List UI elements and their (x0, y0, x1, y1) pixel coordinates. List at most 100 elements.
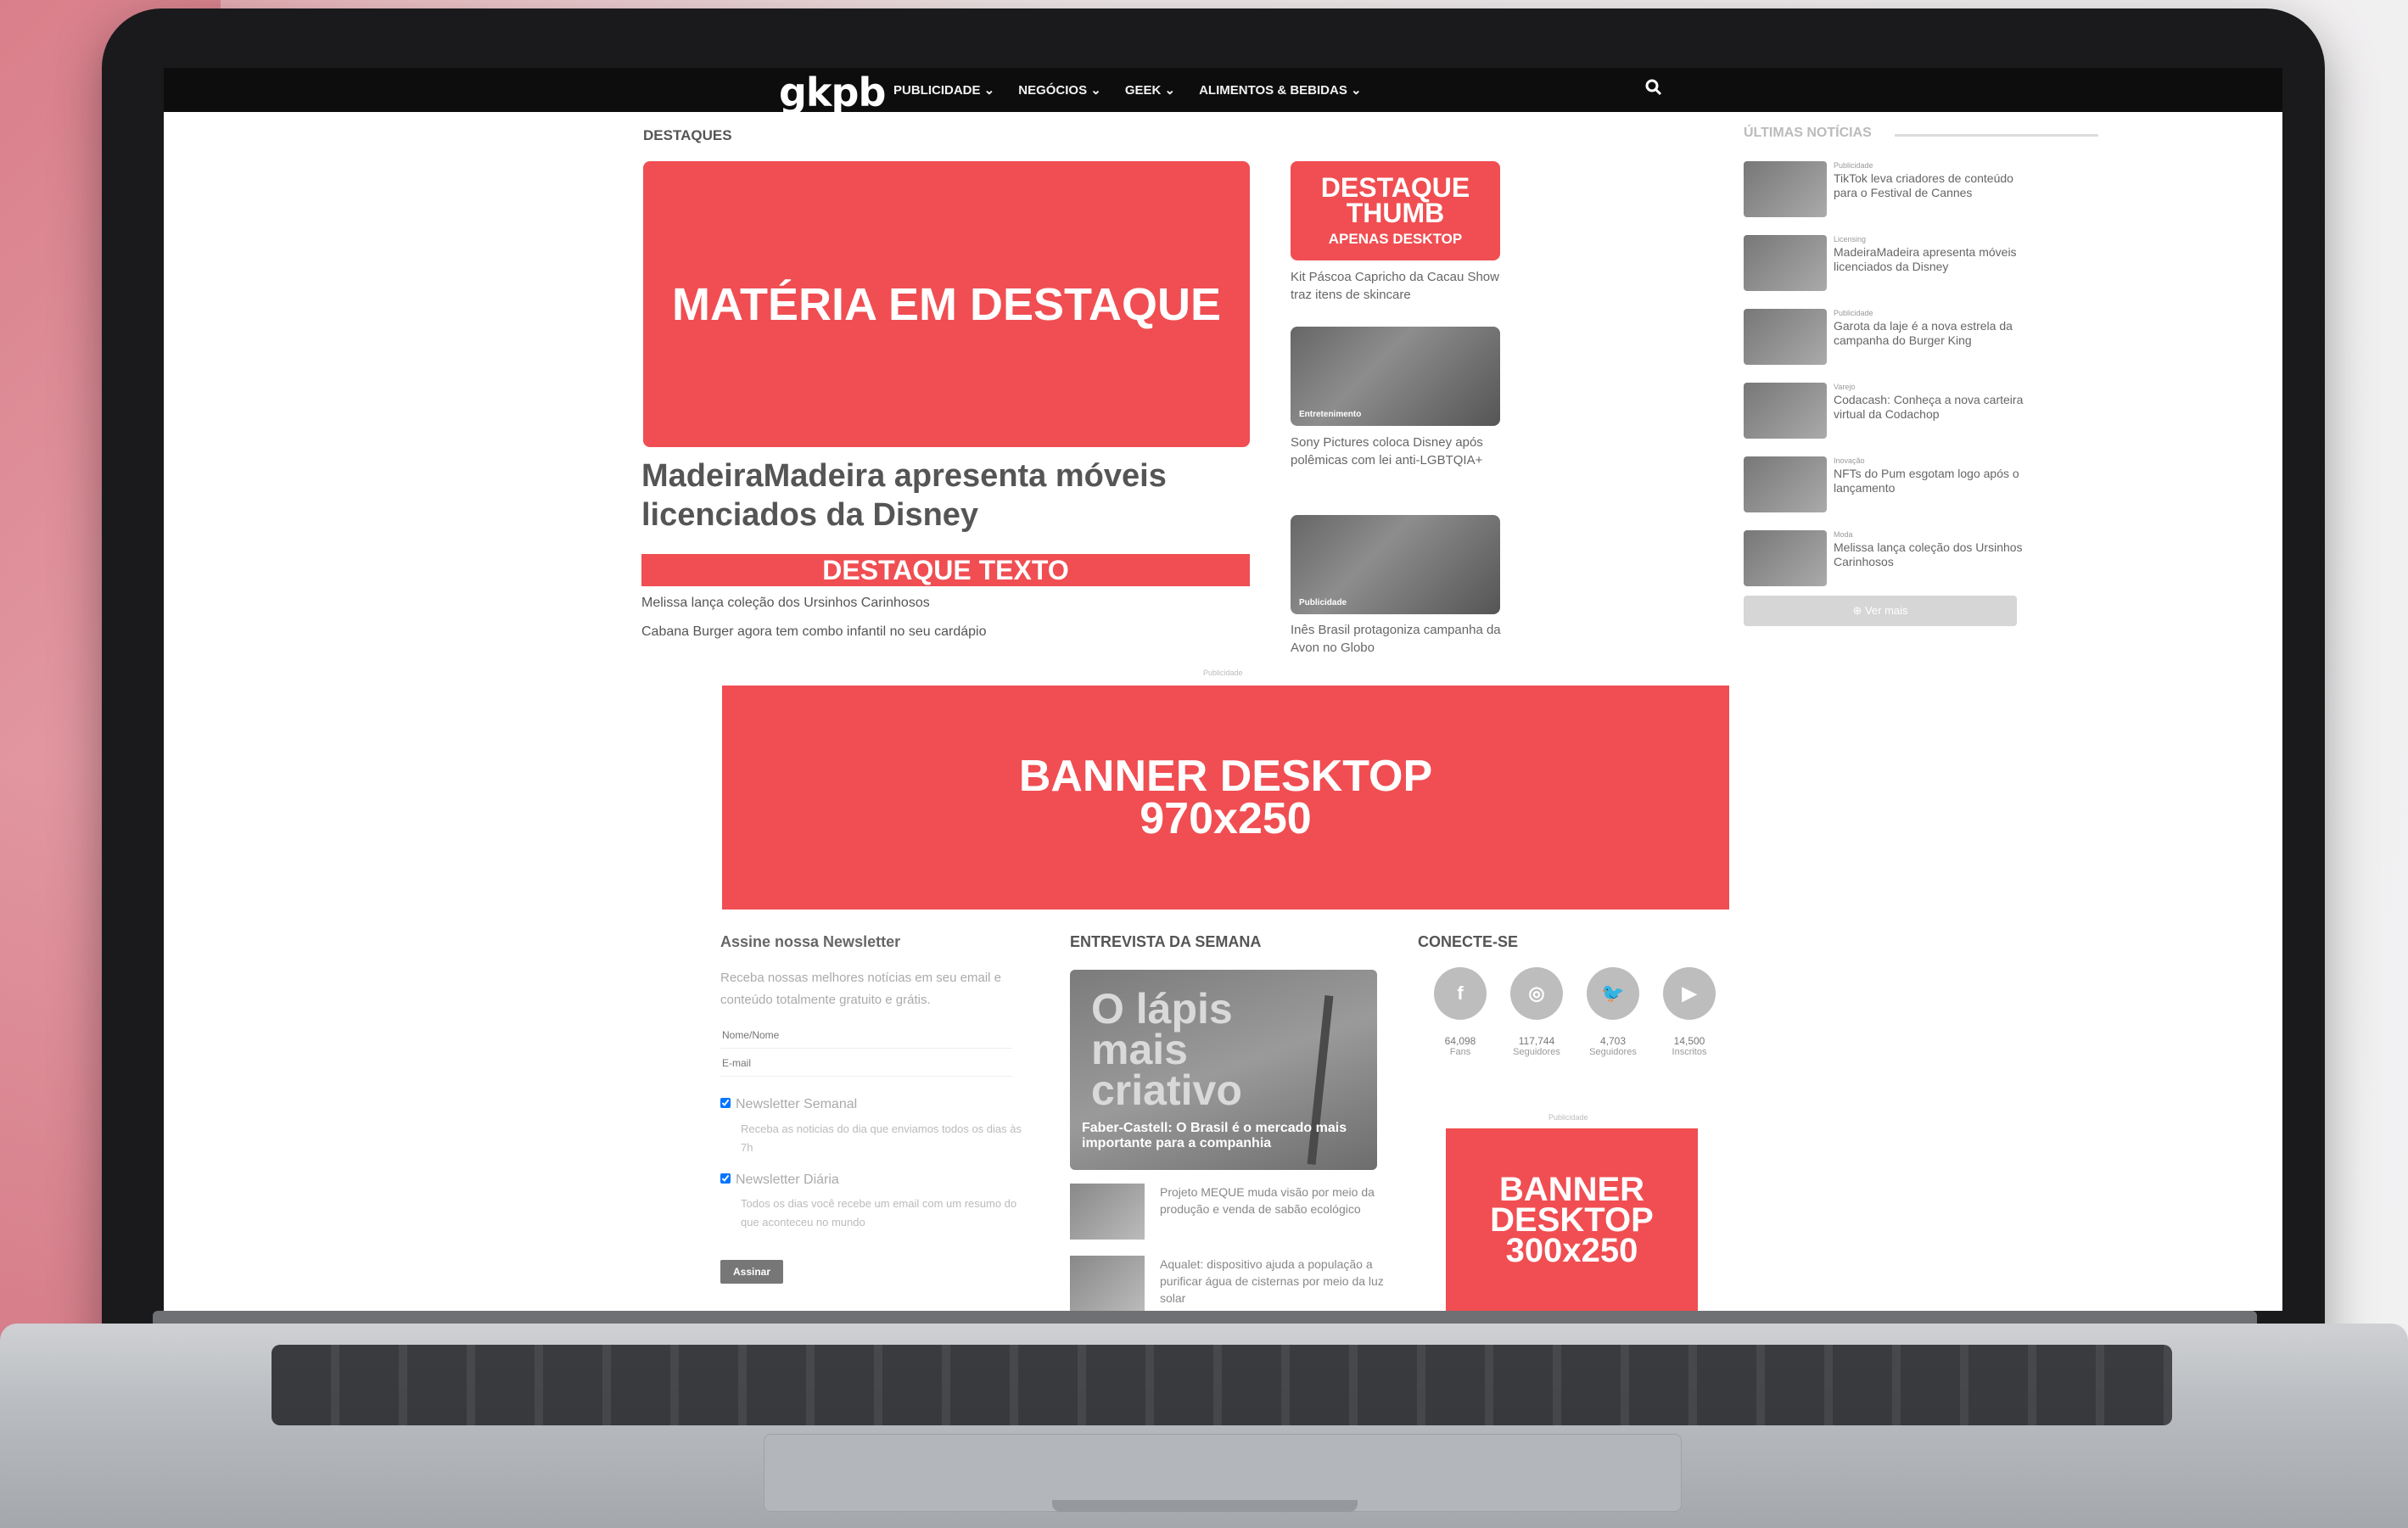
thumb-photo[interactable]: Entretenimento (1291, 327, 1500, 426)
category-label: Varejo (1834, 383, 1856, 391)
option-label: Newsletter Diária (736, 1173, 839, 1187)
weekly-checkbox[interactable] (720, 1098, 731, 1108)
social-count: 64,098 (1444, 1035, 1476, 1047)
social-facebook[interactable]: f 64,098 Fans (1422, 967, 1498, 1057)
thumbnail-image (1070, 1256, 1145, 1311)
social-unit: Fans (1449, 1047, 1471, 1057)
thumbnail-image (1744, 161, 1827, 217)
list-item[interactable]: Inovação NFTs do Pum esgotam logo após o… (1744, 456, 2024, 518)
youtube-icon[interactable]: ▶ (1663, 967, 1716, 1020)
news-title[interactable]: MadeiraMadeira apresenta móveis licencia… (1834, 245, 2024, 274)
nav-item-geek[interactable]: GEEK ⌄ (1125, 82, 1175, 98)
banner-line2: 970x250 (1140, 794, 1312, 843)
list-item[interactable]: Projeto MEQUE muda visão por meio da pro… (1070, 1184, 1384, 1243)
photo-tag: Entretenimento (1299, 410, 1362, 419)
destaque-thumb-placeholder[interactable]: DESTAQUE THUMB APENAS DESKTOP (1291, 161, 1500, 260)
list-item[interactable]: Aqualet: dispositivo ajuda a população a… (1070, 1256, 1384, 1311)
newsletter-daily-option[interactable]: Newsletter Diária (720, 1173, 839, 1188)
social-unit: Seguidores (1589, 1047, 1637, 1057)
subscribe-button[interactable]: Assinar (720, 1260, 783, 1284)
social-unit: Seguidores (1513, 1047, 1560, 1057)
ad-label: Publicidade (1548, 1113, 1588, 1122)
newsletter-title: Assine nossa Newsletter (720, 933, 901, 950)
category-label: Moda (1834, 530, 1853, 539)
featured-placeholder[interactable]: MATÉRIA EM DESTAQUE (643, 161, 1250, 447)
social-count: 4,703 (1599, 1035, 1627, 1047)
interview-item-title[interactable]: Aqualet: dispositivo ajuda a população a… (1160, 1256, 1385, 1307)
interview-headline: O lápis mais criativo (1091, 985, 1242, 1114)
interview-caption: Faber-Castell: O Brasil é o mercado mais… (1082, 1121, 1347, 1150)
news-title[interactable]: Melissa lança coleção dos Ursinhos Carin… (1834, 540, 2024, 569)
site-header: gkpb PUBLICIDADE ⌄ NEGÓCIOS ⌄ GEEK ⌄ ALI… (164, 68, 2282, 115)
option-label: Newsletter Semanal (736, 1097, 858, 1111)
banner-line2: DESKTOP (1490, 1201, 1654, 1239)
banner-line3: 300x250 (1505, 1231, 1638, 1269)
ad-label: Publicidade (1203, 669, 1243, 677)
load-more-button[interactable]: ⊕ Ver mais (1744, 596, 2017, 626)
nav-item-negocios[interactable]: NEGÓCIOS ⌄ (1018, 82, 1101, 98)
banner-line1: BANNER DESKTOP (1018, 752, 1433, 801)
thumb-caption[interactable]: Kit Páscoa Capricho da Cacau Show traz i… (1291, 268, 1503, 304)
thumb-caption[interactable]: Sony Pictures coloca Disney após polêmic… (1291, 434, 1503, 469)
section-label-destaques: DESTAQUES (643, 127, 732, 143)
option-description: Receba as noticias do dia que enviamos t… (741, 1122, 1022, 1154)
site-logo[interactable]: gkpb (779, 70, 886, 115)
list-item[interactable]: Moda Melissa lança coleção dos Ursinhos … (1744, 530, 2024, 591)
list-item[interactable]: Publicidade TikTok leva criadores de con… (1744, 161, 2024, 222)
social-twitter[interactable]: 🐦 4,703 Seguidores (1575, 967, 1651, 1057)
category-label: Publicidade (1834, 309, 1873, 317)
email-field[interactable] (720, 1050, 1012, 1077)
thumb-caption[interactable]: Inês Brasil protagoniza campanha da Avon… (1291, 621, 1503, 657)
newsletter-weekly-option[interactable]: Newsletter Semanal (720, 1097, 857, 1112)
destaque-texto-banner[interactable]: DESTAQUE TEXTO (641, 554, 1250, 586)
thumbnail-image (1070, 1184, 1145, 1240)
social-count: 14,500 (1673, 1035, 1705, 1047)
highlight-link[interactable]: Melissa lança coleção dos Ursinhos Carin… (641, 596, 930, 611)
latest-news-title: ÚLTIMAS NOTÍCIAS (1744, 126, 1872, 140)
banner-970x250[interactable]: BANNER DESKTOP 970x250 (722, 686, 1729, 910)
news-title[interactable]: Garota da laje é a nova estrela da campa… (1834, 319, 2024, 348)
category-label: Inovação (1834, 456, 1865, 465)
thumb-photo[interactable]: Publicidade (1291, 515, 1500, 614)
nav-item-alimentos[interactable]: ALIMENTOS & BEBIDAS ⌄ (1199, 82, 1361, 98)
thumbnail-image (1744, 456, 1827, 512)
category-label: Publicidade (1834, 161, 1873, 170)
category-label: Licensing (1834, 235, 1867, 243)
browser-viewport: gkpb PUBLICIDADE ⌄ NEGÓCIOS ⌄ GEEK ⌄ ALI… (164, 68, 2282, 1311)
photo-tag: Publicidade (1299, 598, 1347, 607)
search-icon[interactable] (1644, 78, 1666, 100)
instagram-icon[interactable]: ◎ (1510, 967, 1563, 1020)
news-title[interactable]: NFTs do Pum esgotam logo após o lançamen… (1834, 467, 2024, 495)
twitter-icon[interactable]: 🐦 (1587, 967, 1639, 1020)
highlight-link[interactable]: Cabana Burger agora tem combo infantil n… (641, 624, 986, 640)
option-description: Todos os dias você recebe um email com u… (741, 1197, 1017, 1229)
facebook-icon[interactable]: f (1434, 967, 1487, 1020)
main-nav: PUBLICIDADE ⌄ NEGÓCIOS ⌄ GEEK ⌄ ALIMENTO… (893, 82, 1362, 98)
thumbnail-image (1744, 383, 1827, 439)
featured-title[interactable]: MadeiraMadeira apresenta móveis licencia… (641, 456, 1252, 535)
thumb-line1: DESTAQUE (1320, 171, 1470, 203)
list-item[interactable]: Licensing MadeiraMadeira apresenta móvei… (1744, 235, 2024, 296)
interview-feature-image[interactable]: O lápis mais criativo Faber-Castell: O B… (1070, 970, 1377, 1170)
social-unit: Inscritos (1672, 1047, 1707, 1057)
laptop-front-notch (1052, 1500, 1358, 1512)
daily-checkbox[interactable] (720, 1173, 731, 1184)
nav-item-publicidade[interactable]: PUBLICIDADE ⌄ (893, 82, 994, 98)
list-item[interactable]: Publicidade Garota da laje é a nova estr… (1744, 309, 2024, 370)
thumbnail-image (1744, 309, 1827, 365)
interview-section-title: ENTREVISTA DA SEMANA (1070, 933, 1262, 950)
banner-line1: BANNER (1498, 1170, 1645, 1208)
banner-300x250[interactable]: BANNER DESKTOP 300x250 (1446, 1128, 1698, 1311)
list-item[interactable]: Varejo Codacash: Conheça a nova carteira… (1744, 383, 2024, 444)
social-instagram[interactable]: ◎ 117,744 Seguidores (1498, 967, 1575, 1057)
interview-item-title[interactable]: Projeto MEQUE muda visão por meio da pro… (1160, 1184, 1385, 1217)
news-title[interactable]: TikTok leva criadores de conteúdo para o… (1834, 171, 2024, 200)
thumbnail-image (1744, 530, 1827, 586)
laptop-keyboard (272, 1345, 2172, 1425)
news-title[interactable]: Codacash: Conheça a nova carteira virtua… (1834, 393, 2024, 422)
newsletter-description: Receba nossas melhores notícias em seu e… (720, 971, 1001, 1007)
divider (1895, 134, 2098, 137)
social-count: 117,744 (1518, 1035, 1555, 1047)
social-youtube[interactable]: ▶ 14,500 Inscritos (1651, 967, 1728, 1057)
name-field[interactable] (720, 1022, 1012, 1049)
